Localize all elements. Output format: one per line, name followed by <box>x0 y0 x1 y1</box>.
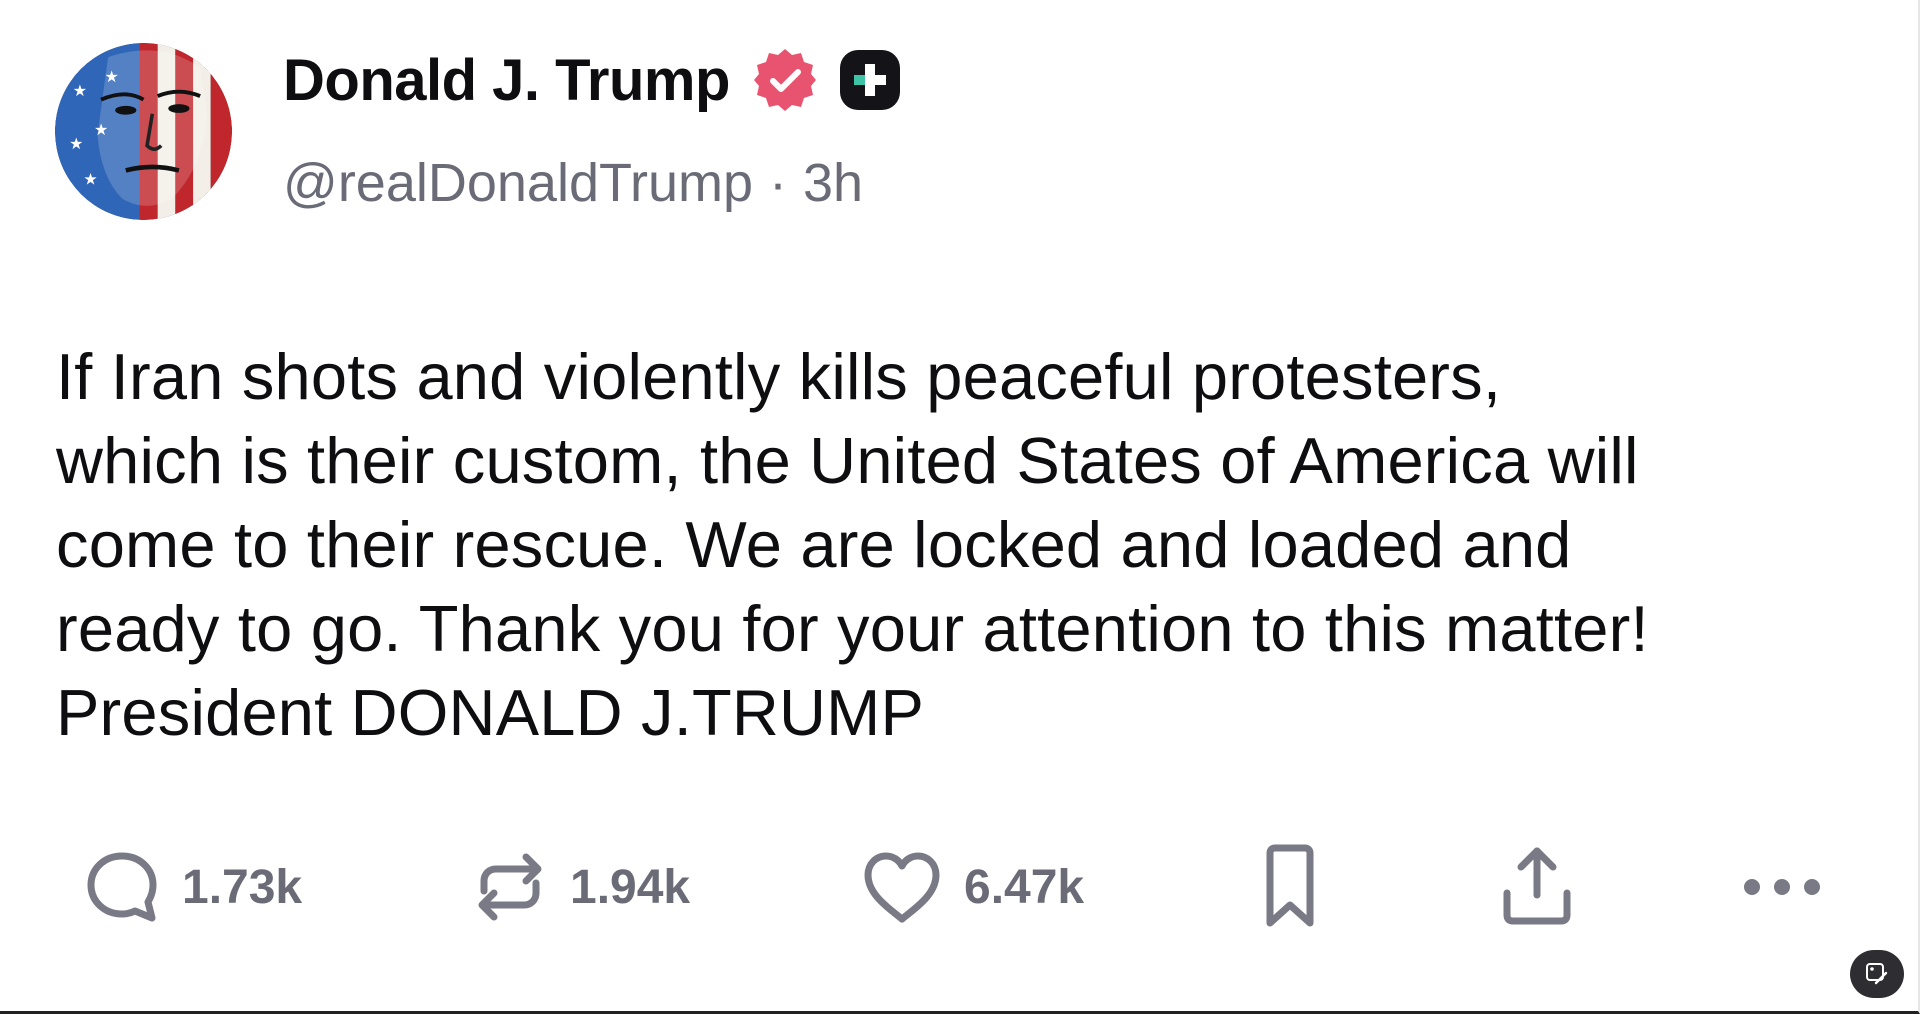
verified-badge-icon <box>752 47 818 113</box>
repost-icon <box>478 853 542 921</box>
share-icon <box>1503 847 1571 925</box>
separator: · <box>769 153 787 213</box>
name-row: Donald J. Trump <box>283 44 902 116</box>
svg-text:★: ★ <box>105 67 119 86</box>
heart-icon <box>864 852 940 923</box>
like-count: 6.47k <box>964 860 1085 914</box>
reply-button[interactable]: 1.73k <box>82 842 302 932</box>
svg-text:★: ★ <box>73 81 87 100</box>
edit-image-button[interactable] <box>1850 950 1904 998</box>
post-text: If Iran shots and violently kills peacef… <box>56 340 1649 749</box>
post-card: ★ ★ ★ ★ ★ Donald J. Trump @realDonaldTru… <box>0 0 1920 1014</box>
svg-text:★: ★ <box>83 170 97 189</box>
like-button[interactable]: 6.47k <box>860 842 1084 932</box>
bookmark-icon <box>1266 844 1314 927</box>
more-button[interactable] <box>1740 842 1824 932</box>
avatar-image: ★ ★ ★ ★ ★ <box>55 43 232 220</box>
avatar[interactable]: ★ ★ ★ ★ ★ <box>55 43 232 220</box>
timestamp[interactable]: 3h <box>803 152 863 214</box>
bookmark-button[interactable] <box>1260 842 1320 932</box>
edit-image-icon <box>1866 963 1888 985</box>
handle-row: @realDonaldTrump · 3h <box>283 152 902 214</box>
reply-count: 1.73k <box>182 860 303 914</box>
display-name[interactable]: Donald J. Trump <box>283 47 730 114</box>
action-bar: 1.73k 1.94k 6.47k <box>0 842 1920 932</box>
reply-icon <box>87 852 157 922</box>
repost-count: 1.94k <box>570 860 691 914</box>
repost-button[interactable]: 1.94k <box>470 842 690 932</box>
svg-text:★: ★ <box>94 120 108 139</box>
post-header: Donald J. Trump @realDonaldTrump · 3h <box>283 44 902 214</box>
more-icon <box>1744 879 1820 895</box>
share-button[interactable] <box>1497 842 1577 932</box>
handle[interactable]: @realDonaldTrump <box>283 152 753 214</box>
plus-badge-icon <box>838 48 902 112</box>
svg-text:★: ★ <box>69 134 83 153</box>
